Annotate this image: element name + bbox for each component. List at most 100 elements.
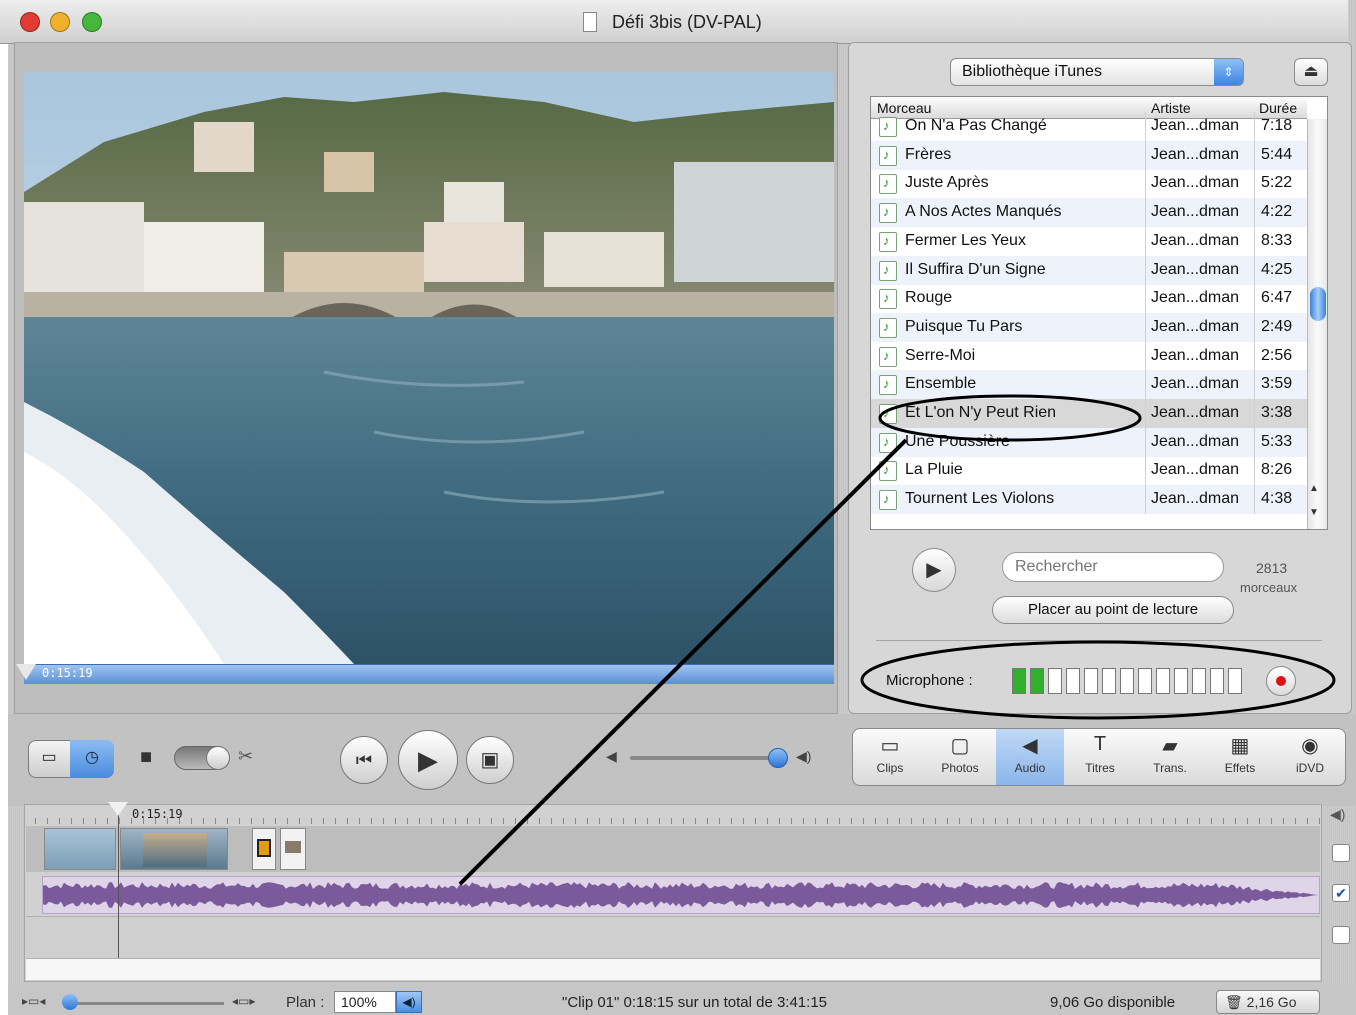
track-title: Fermer Les Yeux bbox=[905, 231, 1026, 249]
eject-icon[interactable]: ⏏ bbox=[1294, 58, 1328, 86]
track-duration: 3:59 bbox=[1261, 375, 1293, 393]
track-list-scrollbar[interactable] bbox=[1307, 119, 1327, 529]
still-clip-icon[interactable] bbox=[280, 828, 306, 870]
tab-label: Trans. bbox=[1153, 761, 1187, 775]
scroll-down-arrow-icon[interactable]: ▼ bbox=[1309, 507, 1319, 518]
timeline-ruler[interactable] bbox=[24, 804, 1322, 826]
video-clip-2[interactable] bbox=[120, 828, 228, 870]
volume-slider[interactable] bbox=[630, 756, 786, 760]
rewind-button[interactable]: ⏮ bbox=[340, 736, 388, 784]
track-list[interactable]: Morceau Artiste Durée On N'a Pas ChangéJ… bbox=[870, 96, 1328, 530]
panel-divider bbox=[876, 640, 1322, 641]
video-preview bbox=[24, 72, 834, 664]
track-row[interactable]: Et L'on N'y Peut Rien Jean...dman 3:38 bbox=[871, 399, 1307, 428]
track-artist: Jean...dman bbox=[1151, 375, 1240, 393]
timeline-view-icon[interactable]: ◷ bbox=[70, 740, 114, 778]
mic-level-segment bbox=[1228, 668, 1242, 694]
timeline-playhead[interactable] bbox=[108, 802, 128, 816]
tab-label: Effets bbox=[1224, 761, 1256, 775]
track-artist: Jean...dman bbox=[1151, 203, 1240, 221]
tab-label: Photos bbox=[941, 761, 979, 775]
timeline-playhead-line[interactable] bbox=[118, 804, 119, 958]
minimize-window-button[interactable] bbox=[50, 12, 70, 32]
track-row[interactable]: Juste Après Jean...dman 5:22 bbox=[871, 169, 1307, 199]
track-row[interactable]: Une Poussière Jean...dman 5:33 bbox=[871, 427, 1307, 457]
fullscreen-play-button[interactable]: ▣ bbox=[466, 736, 514, 784]
plan-speaker-icon[interactable]: ◀) bbox=[396, 991, 422, 1013]
audio-file-icon bbox=[879, 231, 897, 252]
audio-file-icon bbox=[879, 145, 897, 166]
audio-track-2[interactable] bbox=[26, 916, 1320, 958]
track-row[interactable]: Puisque Tu Pars Jean...dman 2:49 bbox=[871, 312, 1307, 342]
tab-label: Titres bbox=[1085, 761, 1115, 775]
tab-effets[interactable]: ▦ Effets bbox=[1206, 729, 1274, 785]
zoom-large-icon: ◂▭▸ bbox=[232, 994, 256, 1008]
track-artist: Jean...dman bbox=[1151, 174, 1240, 192]
trash-button[interactable]: 🗑 2,16 Go bbox=[1216, 990, 1320, 1014]
track-duration: 4:38 bbox=[1261, 490, 1293, 508]
track-row[interactable]: La Pluie Jean...dman 8:26 bbox=[871, 456, 1307, 486]
tab-idvd[interactable]: ◉ iDVD bbox=[1276, 729, 1344, 785]
track-artist: Jean...dman bbox=[1151, 490, 1240, 508]
track-row[interactable]: Rouge Jean...dman 6:47 bbox=[871, 284, 1307, 314]
scrubber-playhead[interactable] bbox=[16, 664, 36, 680]
track-row[interactable]: Fermer Les Yeux Jean...dman 8:33 bbox=[871, 226, 1307, 256]
track-count-number: 2813 bbox=[1256, 560, 1288, 576]
scroll-up-arrow-icon[interactable]: ▲ bbox=[1309, 483, 1319, 494]
preview-play-button[interactable]: ▶ bbox=[912, 548, 956, 592]
mic-level-segment bbox=[1030, 668, 1044, 694]
track-row[interactable]: Tournent Les Violons Jean...dman 4:38 bbox=[871, 485, 1307, 515]
track-row[interactable]: Serre-Moi Jean...dman 2:56 bbox=[871, 341, 1307, 371]
popup-arrows-icon[interactable]: ⇕ bbox=[1214, 59, 1243, 85]
track-artist: Jean...dman bbox=[1151, 317, 1240, 335]
audio-track-1[interactable] bbox=[42, 876, 1320, 914]
track-artist: Jean...dman bbox=[1151, 432, 1240, 450]
track-artist: Jean...dman bbox=[1151, 145, 1240, 163]
scrubber-bar[interactable] bbox=[24, 664, 834, 684]
track-row[interactable]: On N'a Pas Changé Jean...dman 7:18 bbox=[871, 112, 1307, 141]
tab-titres[interactable]: T Titres bbox=[1066, 729, 1134, 785]
track-row[interactable]: Ensemble Jean...dman 3:59 bbox=[871, 370, 1307, 400]
video-clip-1[interactable] bbox=[44, 828, 116, 870]
mic-level-segment bbox=[1084, 668, 1098, 694]
track-title: Il Suffira D'un Signe bbox=[905, 260, 1046, 278]
track-duration: 5:44 bbox=[1261, 145, 1293, 163]
mic-level-segment bbox=[1120, 668, 1134, 694]
clip-marker-icon[interactable] bbox=[252, 828, 276, 870]
track-duration: 4:22 bbox=[1261, 203, 1293, 221]
volume-knob[interactable] bbox=[768, 748, 788, 768]
tab-trans[interactable]: ▰ Trans. bbox=[1136, 729, 1204, 785]
mic-level-segment bbox=[1210, 668, 1224, 694]
search-input[interactable] bbox=[1002, 552, 1224, 582]
tab-audio[interactable]: ◀ Audio bbox=[996, 729, 1064, 785]
tab-clips[interactable]: ▭ Clips bbox=[856, 729, 924, 785]
clip-view-icon[interactable]: ▭ bbox=[28, 740, 70, 778]
tab-photos[interactable]: ▢ Photos bbox=[926, 729, 994, 785]
idvd-icon: ◉ bbox=[1301, 735, 1319, 757]
audio-track-1-checkbox[interactable]: ✔ bbox=[1332, 884, 1350, 902]
track-title: A Nos Actes Manqués bbox=[905, 203, 1062, 221]
mic-level-segment bbox=[1012, 668, 1026, 694]
timeline-scroll-area[interactable] bbox=[26, 958, 1320, 980]
scroll-thumb[interactable] bbox=[1310, 287, 1326, 321]
zoom-slider[interactable] bbox=[64, 1002, 224, 1005]
audio-source-label: Bibliothèque iTunes bbox=[962, 63, 1102, 80]
audio-icon: ◀ bbox=[1022, 735, 1038, 757]
track-artist: Jean...dman bbox=[1151, 346, 1240, 364]
zoom-window-button[interactable] bbox=[82, 12, 102, 32]
switch-knob[interactable] bbox=[206, 746, 230, 770]
zoom-knob[interactable] bbox=[62, 994, 78, 1010]
track-row[interactable]: Frères Jean...dman 5:44 bbox=[871, 140, 1307, 170]
track-title: Tournent Les Violons bbox=[905, 490, 1055, 508]
track-row[interactable]: A Nos Actes Manqués Jean...dman 4:22 bbox=[871, 198, 1307, 228]
place-at-playhead-button[interactable]: Placer au point de lecture bbox=[992, 596, 1234, 624]
audio-track-2-checkbox[interactable] bbox=[1332, 926, 1350, 944]
play-icon: ▶ bbox=[418, 745, 438, 775]
video-track-mute-checkbox[interactable] bbox=[1332, 844, 1350, 862]
plan-volume-field[interactable]: 100% bbox=[334, 991, 396, 1013]
audio-file-icon bbox=[879, 317, 897, 338]
track-row[interactable]: Il Suffira D'un Signe Jean...dman 4:25 bbox=[871, 255, 1307, 285]
play-button[interactable]: ▶ bbox=[398, 730, 458, 790]
close-window-button[interactable] bbox=[20, 12, 40, 32]
track-title: Rouge bbox=[905, 289, 953, 307]
